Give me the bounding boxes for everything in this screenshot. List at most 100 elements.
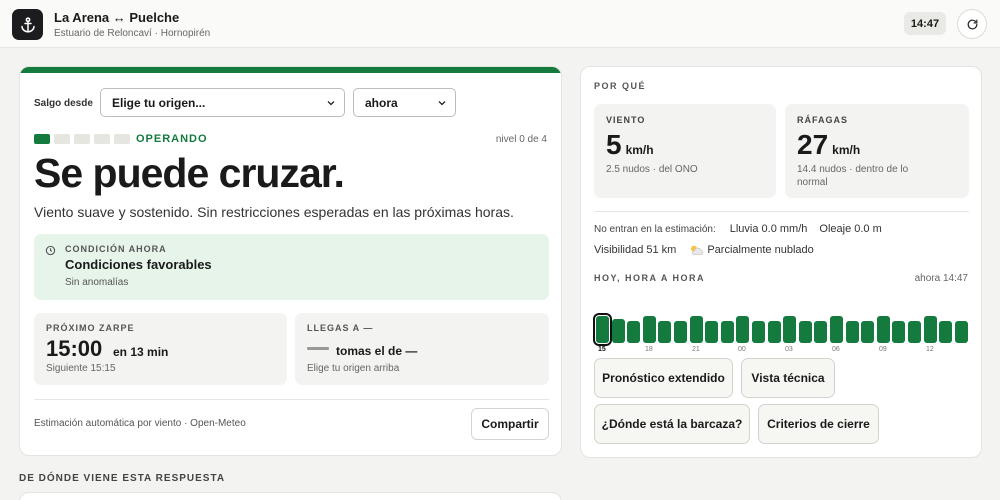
level-indicator: [34, 134, 130, 144]
next-departure-time: 15:00: [46, 336, 103, 361]
app-header: La Arena ↔ Puelche Estuario de Reloncaví…: [0, 0, 1000, 48]
barge-location-button[interactable]: ¿Dónde está la barcaza?: [594, 404, 750, 444]
next-departure-sub: Siguiente 15:15: [46, 363, 116, 374]
hour-bar[interactable]: [593, 313, 612, 346]
hourly-label: HOY, HORA A HORA: [594, 273, 706, 283]
hour-bar[interactable]: [939, 321, 952, 343]
app-title: La Arena ↔ Puelche: [54, 10, 180, 25]
arrival-box: LLEGAS A — tomas el de — Elige tu origen…: [295, 313, 549, 385]
status-label: OPERANDO: [136, 133, 208, 145]
divider: [34, 399, 549, 400]
hour-bar[interactable]: [830, 316, 843, 343]
swell-value: Oleaje 0.0 m: [819, 223, 882, 235]
hour-bar[interactable]: [721, 321, 734, 343]
share-button[interactable]: Compartir: [471, 408, 549, 440]
refresh-icon: [967, 19, 977, 29]
hour-bar[interactable]: [736, 316, 749, 343]
condition-sub: Sin anomalías: [65, 277, 129, 288]
hour-bar[interactable]: [924, 316, 937, 343]
next-departure-box: PRÓXIMO ZARPE 15:00 en 13 min Siguiente …: [34, 313, 287, 385]
refresh-button[interactable]: [957, 9, 987, 39]
hour-bar[interactable]: [783, 316, 796, 343]
source-note: Estimación automática por viento · Open-…: [34, 418, 246, 429]
arrival-label: LLEGAS A —: [307, 323, 374, 333]
excluded-factors: No entran en la estimación: Lluvia 0.0 mm…: [594, 223, 894, 235]
hour-bar[interactable]: [643, 316, 656, 343]
level-box: [114, 134, 130, 144]
hour-bar[interactable]: [768, 321, 781, 343]
condition-title: Condiciones favorables: [65, 257, 212, 272]
hour-bar[interactable]: [861, 321, 874, 343]
time-select[interactable]: ahora: [353, 88, 456, 117]
status-color-bar: [20, 67, 561, 73]
level-text: nivel 0 de 4: [495, 134, 547, 145]
sky-value: Parcialmente nublado: [707, 244, 814, 256]
wind-sub: 2.5 nudos · del ONO: [606, 164, 698, 175]
origin-select[interactable]: Elige tu origen...: [100, 88, 345, 117]
hour-bar[interactable]: [627, 321, 640, 343]
hour-tick-label: 09: [879, 346, 887, 353]
hour-tick-label: 18: [645, 346, 653, 353]
hour-tick-label: 00: [738, 346, 746, 353]
wind-metric: VIENTO 5 km/h 2.5 nudos · del ONO: [594, 104, 776, 198]
condition-box: CONDICIÓN AHORA Condiciones favorables S…: [34, 234, 549, 300]
hour-bar[interactable]: [674, 321, 687, 343]
chevron-down-icon: [327, 101, 335, 106]
hour-bar[interactable]: [814, 321, 827, 343]
hourly-bars: 15 18 21 00 03 06 09 12: [593, 313, 969, 353]
hour-bar[interactable]: [908, 321, 921, 343]
hour-bar[interactable]: [799, 321, 812, 343]
hour-bar[interactable]: [892, 321, 905, 343]
hour-tick-label: 12: [926, 346, 934, 353]
gust-label: RÁFAGAS: [797, 115, 849, 125]
clock-badge: 14:47: [904, 12, 946, 35]
app-subtitle: Estuario de Reloncaví · Hornopirén: [54, 28, 211, 39]
why-label: POR QUÉ: [594, 81, 647, 91]
rain-value: Lluvia 0.0 mm/h: [729, 223, 808, 235]
wind-label: VIENTO: [606, 115, 646, 125]
hour-bar[interactable]: [690, 316, 703, 343]
level-box: [34, 134, 50, 144]
gust-value: 27 km/h: [797, 129, 861, 160]
gust-sub: 14.4 nudos · dentro de lo normal: [797, 164, 909, 188]
hour-bar[interactable]: [705, 321, 718, 343]
hour-bar[interactable]: [658, 321, 671, 343]
clock-icon: [45, 245, 56, 256]
hourly-now: ahora 14:47: [914, 273, 968, 284]
hour-tick-label: 06: [832, 346, 840, 353]
hour-bar[interactable]: [877, 316, 890, 343]
closure-criteria-button[interactable]: Criterios de cierre: [758, 404, 879, 444]
partly-cloudy-icon: [691, 245, 704, 255]
summary-text: Viento suave y sostenido. Sin restriccio…: [34, 204, 514, 220]
hour-bar[interactable]: [955, 321, 968, 343]
level-box: [94, 134, 110, 144]
next-departure-label: PRÓXIMO ZARPE: [46, 323, 135, 333]
level-box: [74, 134, 90, 144]
hour-tick-label: 21: [692, 346, 700, 353]
hour-tick-label: 15: [598, 346, 606, 353]
hour-bar[interactable]: [752, 321, 765, 343]
forecast-button[interactable]: Pronóstico extendido: [594, 358, 733, 398]
arrival-text: tomas el de —: [336, 344, 418, 358]
visibility-row: Visibilidad 51 km Parcialmente nublado: [594, 243, 814, 257]
divider: [594, 211, 969, 212]
source-card: [19, 492, 562, 500]
origin-label: Salgo desde: [34, 98, 93, 109]
headline: Se puede cruzar.: [34, 150, 345, 196]
anchor-icon: [12, 9, 43, 40]
hour-bar[interactable]: [612, 319, 625, 343]
why-card: POR QUÉ VIENTO 5 km/h 2.5 nudos · del ONO…: [580, 66, 982, 458]
hour-bar[interactable]: [846, 321, 859, 343]
chevron-down-icon: [438, 101, 446, 106]
section-title: DE DÓNDE VIENE ESTA RESPUESTA: [19, 473, 226, 484]
technical-view-button[interactable]: Vista técnica: [741, 358, 835, 398]
arrival-sub: Elige tu origen arriba: [307, 363, 400, 374]
hour-tick-label: 03: [785, 346, 793, 353]
level-box: [54, 134, 70, 144]
next-departure-relative: en 13 min: [113, 345, 169, 359]
visibility-value: Visibilidad 51 km: [594, 244, 677, 256]
excluded-label: No entran en la estimación:: [594, 224, 716, 235]
condition-label: CONDICIÓN AHORA: [65, 244, 167, 254]
gust-metric: RÁFAGAS 27 km/h 14.4 nudos · dentro de lo…: [785, 104, 969, 198]
dash-icon: [307, 347, 329, 350]
